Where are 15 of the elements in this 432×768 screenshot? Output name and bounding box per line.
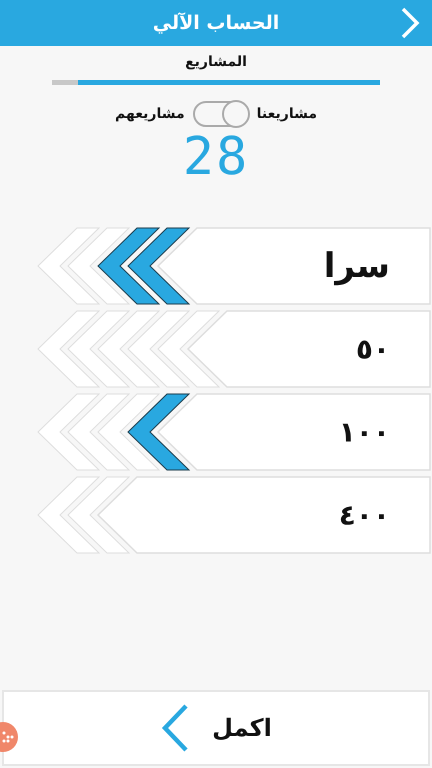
option-label: سرا — [324, 246, 390, 286]
section-title: المشاريع — [185, 54, 247, 70]
option-label: ٥٠ — [356, 332, 390, 366]
window-title: الحساب الآلي — [152, 12, 280, 34]
toggle-switch[interactable] — [192, 101, 249, 127]
counter: 28 — [182, 131, 250, 183]
option-label: ١٠٠ — [338, 416, 390, 448]
next-button[interactable]: اكمل — [2, 690, 430, 766]
toggle-label: مشاريعهم — [115, 106, 185, 122]
toggle-label: مشاريعنا — [256, 106, 317, 122]
option-card[interactable] — [156, 227, 431, 305]
back-icon[interactable] — [400, 6, 420, 40]
option-label: ٤٠٠ — [338, 498, 390, 532]
chevron-left-icon — [160, 703, 190, 753]
dots-icon — [2, 731, 14, 743]
